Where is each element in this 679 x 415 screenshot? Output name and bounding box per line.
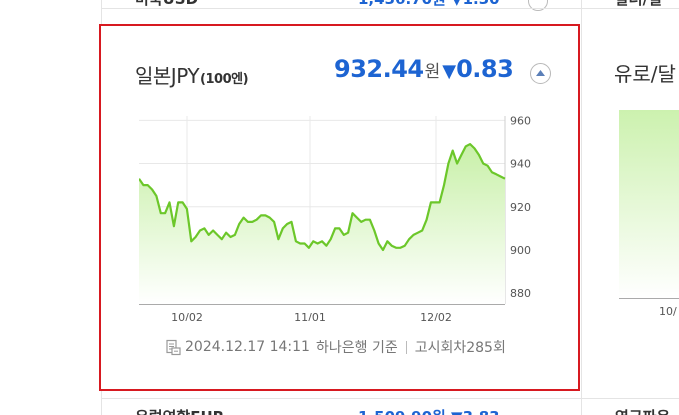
rate-change: 0.83 xyxy=(456,55,514,83)
currency-title: 일본JPY(100엔) xyxy=(135,60,249,89)
down-arrow-icon: ▼ xyxy=(442,61,457,82)
top-row-currency-label: 미국USD xyxy=(135,0,198,8)
rate-history-chart[interactable]: 880 900 920 940 960 10/02 11/01 12/02 xyxy=(139,111,539,321)
rate-date: 2024.12.17 14:11 xyxy=(185,339,310,355)
x-tick-label: 11/01 xyxy=(294,311,326,321)
y-tick-label: 940 xyxy=(510,158,531,171)
top-row-rate: 1,436.70원 ▼1.30 xyxy=(358,0,500,8)
x-tick-label: 12/02 xyxy=(420,311,452,321)
currency-title-eur-usd: 유로/달 xyxy=(614,62,676,86)
bottom-row-rate: 1,509.90원 ▼3.83 xyxy=(358,406,500,415)
currency-unit: (100엔) xyxy=(200,72,249,87)
x-tick-label: 10/02 xyxy=(171,311,203,321)
top-row-toggle-button[interactable] xyxy=(528,0,548,11)
bottom-row-currency-label: 유럽연합EUR xyxy=(135,406,224,415)
exchange-rate: 932.44 xyxy=(334,55,424,83)
document-icon xyxy=(166,339,181,355)
row-divider xyxy=(101,8,679,9)
rate-source: 하나은행 기준 xyxy=(315,340,398,356)
top-row-right-label: 달러/일 xyxy=(615,0,662,8)
x-tick-label: 10/ xyxy=(659,305,677,318)
row-divider xyxy=(101,398,679,399)
rate-display: 932.44원 ▼0.83 xyxy=(334,55,514,83)
rate-history-chart-partial[interactable] xyxy=(619,110,679,300)
chevron-up-icon[interactable] xyxy=(530,63,551,84)
y-tick-label: 900 xyxy=(510,244,531,257)
series-area xyxy=(619,110,679,298)
y-tick-label: 960 xyxy=(510,114,531,127)
rate-footer: 2024.12.17 14:11 하나은행 기준 고시회차285회 xyxy=(165,337,506,357)
footer-separator xyxy=(405,340,407,354)
rate-unit: 원 xyxy=(424,62,441,82)
currency-card-jpy[interactable]: 일본JPY(100엔) 932.44원 ▼0.83 880 900 920 940 960… xyxy=(99,24,580,391)
y-tick-label: 920 xyxy=(510,201,531,214)
column-divider xyxy=(581,0,582,415)
rate-round: 고시회차285회 xyxy=(414,340,506,356)
bottom-row-right-label: 영국파운 xyxy=(615,406,670,415)
currency-name: 일본JPY xyxy=(135,64,200,88)
y-tick-label: 880 xyxy=(510,287,531,300)
series-area xyxy=(139,144,505,304)
